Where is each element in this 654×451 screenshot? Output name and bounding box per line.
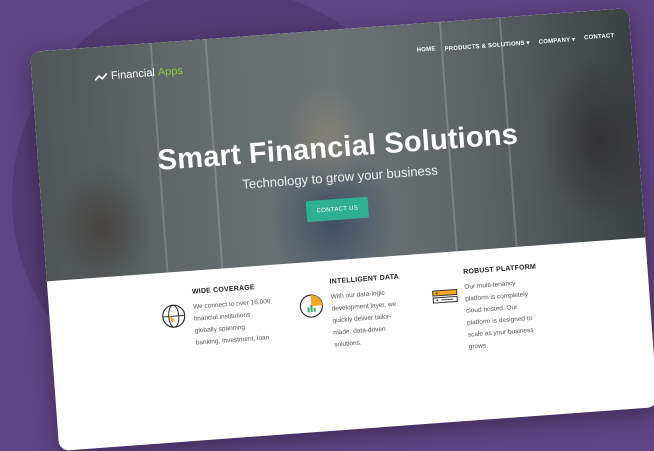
chart-line-icon [94, 72, 108, 81]
feature-title: WIDE COVERAGE [191, 284, 256, 296]
server-icon [432, 288, 458, 304]
logo-text: Financial [110, 66, 156, 83]
website-screenshot: Financial Apps HOME PRODUCTS & SOLUTIONS … [30, 8, 654, 451]
feature-intelligent-data: INTELLIGENT DATA With our data-logic dev… [295, 269, 455, 348]
main-nav: HOME PRODUCTS & SOLUTIONS ▾ COMPANY ▾ CO… [417, 33, 615, 54]
nav-item-contact[interactable]: CONTACT [584, 33, 615, 42]
logo-accent-text: Apps [157, 64, 184, 79]
feature-robust-platform: ROBUST PLATFORM Our multi-tenancy platfo… [429, 260, 589, 351]
feature-title: ROBUST PLATFORM [463, 263, 537, 276]
nav-item-products[interactable]: PRODUCTS & SOLUTIONS ▾ [444, 39, 530, 52]
contact-us-button[interactable]: CONTACT US [305, 196, 370, 223]
nav-item-home[interactable]: HOME [417, 46, 436, 54]
feature-description: With our data-logic development layer, w… [330, 289, 397, 349]
hero-banner: Financial Apps HOME PRODUCTS & SOLUTIONS … [30, 8, 646, 282]
site-logo[interactable]: Financial Apps [94, 64, 184, 83]
globe-icon [162, 304, 186, 328]
feature-title: INTELLIGENT DATA [329, 273, 400, 286]
nav-item-company[interactable]: COMPANY ▾ [539, 36, 576, 46]
feature-description: Our multi-tenancy platform is completely… [464, 280, 534, 351]
feature-description: We connect to over 16,000 financial inst… [192, 298, 271, 347]
pie-chart-icon [299, 294, 323, 318]
feature-wide-coverage: WIDE COVERAGE We connect to over 16,000 … [158, 280, 318, 347]
